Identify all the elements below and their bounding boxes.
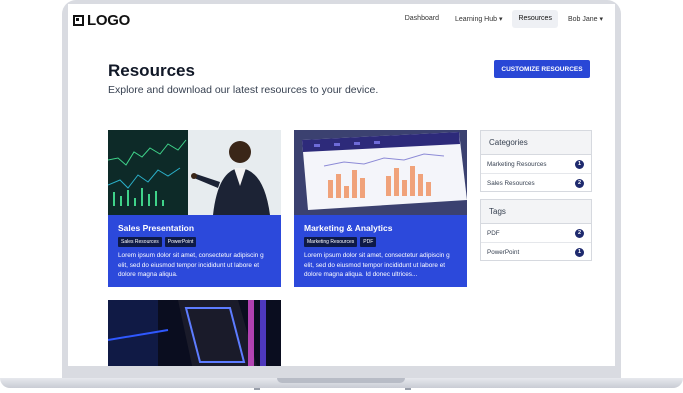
logo-text: LOGO	[87, 12, 130, 29]
category-label: Marketing Resources	[487, 160, 547, 168]
laptop-notch	[277, 378, 405, 383]
resource-card-marketing-analytics[interactable]: Marketing & Analytics Marketing Resource…	[294, 130, 467, 287]
nav-menu: Dashboard Learning Hub ▾ Resources Bob J…	[399, 10, 609, 28]
category-item-marketing-resources[interactable]: Marketing Resources 1	[481, 155, 591, 174]
tags-title: Tags	[481, 200, 591, 224]
count-badge: 1	[575, 247, 584, 257]
card-title: Sales Presentation	[118, 223, 195, 233]
nav-item-resources[interactable]: Resources	[512, 10, 558, 28]
laptop-foot-right	[405, 388, 411, 390]
tags-panel: Tags PDF 2 PowerPoint 1	[480, 199, 592, 261]
nav-item-user-menu[interactable]: Bob Jane ▾	[562, 10, 609, 28]
card-description: Lorem ipsum dolor sit amet, consectetur …	[118, 252, 264, 278]
hardware-image	[108, 300, 281, 366]
count-badge: 1	[575, 159, 584, 169]
category-label: Sales Resources	[487, 179, 535, 187]
tag-item-pdf[interactable]: PDF 2	[481, 224, 591, 243]
categories-title: Categories	[481, 131, 591, 155]
tag-badge[interactable]: Marketing Resources	[304, 237, 358, 247]
card-description: Lorem ipsum dolor sit amet, consectetur …	[304, 252, 450, 278]
logo-square-icon	[73, 15, 84, 26]
categories-panel: Categories Marketing Resources 1 Sales R…	[480, 130, 592, 192]
page-title: Resources	[108, 61, 195, 80]
laptop-foot-left	[254, 388, 260, 390]
count-badge: 2	[575, 228, 584, 238]
page-subtitle: Explore and download our latest resource…	[108, 84, 379, 96]
tag-badge[interactable]: Sales Resources	[118, 237, 162, 247]
nav-item-learning-hub[interactable]: Learning Hub ▾	[449, 10, 509, 28]
tag-label: PowerPoint	[487, 248, 520, 256]
resource-card-sales-presentation[interactable]: Sales Presentation Sales Resources Power…	[108, 130, 281, 287]
category-item-sales-resources[interactable]: Sales Resources 2	[481, 174, 591, 192]
marketing-analytics-image	[294, 130, 467, 215]
resource-card-third[interactable]	[108, 300, 281, 366]
tag-item-powerpoint[interactable]: PowerPoint 1	[481, 243, 591, 261]
logo[interactable]: LOGO	[73, 12, 130, 29]
tag-badge[interactable]: PowerPoint	[164, 237, 197, 247]
screen: LOGO Dashboard Learning Hub ▾ Resources …	[68, 4, 615, 366]
tag-badge[interactable]: PDF	[360, 237, 377, 247]
count-badge: 2	[575, 178, 584, 188]
nav-item-dashboard[interactable]: Dashboard	[399, 10, 445, 28]
customize-resources-button[interactable]: CUSTOMIZE RESOURCES	[494, 60, 590, 78]
tag-label: PDF	[487, 229, 500, 237]
card-tags: Sales Resources PowerPoint	[118, 237, 197, 247]
sales-presentation-image	[108, 130, 281, 215]
top-nav: LOGO Dashboard Learning Hub ▾ Resources …	[68, 4, 615, 36]
card-title: Marketing & Analytics	[304, 223, 393, 233]
card-tags: Marketing Resources PDF	[304, 237, 377, 247]
